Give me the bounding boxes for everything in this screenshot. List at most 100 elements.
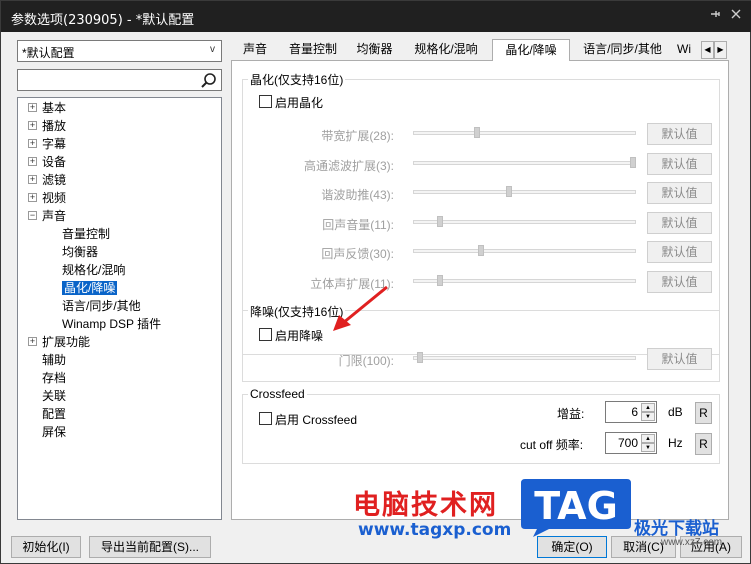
tree-item[interactable]: + 字幕	[28, 135, 67, 153]
tree-item-label: 字幕	[42, 137, 67, 151]
tree-item-label: 配置	[42, 407, 67, 421]
gain-unit: dB	[668, 405, 683, 419]
expand-icon[interactable]: +	[28, 157, 37, 166]
cutoff-down-button[interactable]: ▼	[641, 443, 655, 452]
watermark-site-url: www.xz7.com	[661, 537, 723, 548]
watermark-tag-logo: TAG	[519, 475, 633, 539]
crystal-param-slider-thumb[interactable]	[506, 186, 513, 198]
cutoff-up-button[interactable]: ▲	[641, 434, 655, 443]
tab-volume[interactable]: 音量控制	[279, 39, 347, 61]
crystal-param-slider-thumb[interactable]	[478, 245, 485, 257]
gain-reset-button[interactable]: R	[695, 402, 712, 424]
crystal-param-slider[interactable]	[413, 219, 636, 224]
watermark-brand: 电脑技术网	[353, 490, 498, 521]
threshold-default-button[interactable]: 默认值	[647, 348, 712, 370]
preferences-window: 参数选项(230905) - *默认配置 *默认配置 v + 基本 + 播放 + 字幕 + 设…	[0, 0, 751, 564]
denoise-group	[242, 310, 720, 382]
threshold-slider-thumb[interactable]	[417, 352, 423, 363]
tree-item[interactable]: 屏保	[42, 423, 66, 441]
expand-icon[interactable]: +	[28, 121, 37, 130]
crystal-param-default-button[interactable]: 默认值	[647, 123, 712, 145]
tree-item-label: 均衡器	[62, 245, 99, 259]
tree-item[interactable]: + 视频	[28, 189, 67, 207]
tree-item[interactable]: + 扩展功能	[28, 333, 90, 351]
cutoff-reset-button[interactable]: R	[695, 433, 712, 455]
crystal-enable-checkbox[interactable]	[259, 95, 272, 108]
crystal-param-slider[interactable]	[413, 279, 636, 283]
window-title: 参数选项(230905) - *默认配置	[11, 13, 195, 28]
tree-item[interactable]: Winamp DSP 插件	[62, 315, 161, 333]
crystal-param-slider-thumb[interactable]	[436, 215, 443, 227]
tree-item-label: 基本	[42, 101, 67, 115]
search-icon[interactable]	[200, 72, 218, 90]
tree-item-label: 辅助	[42, 353, 67, 367]
ok-button[interactable]: 确定(O)	[537, 536, 607, 558]
tree-item[interactable]: 语言/同步/其他	[62, 297, 141, 315]
tree-item[interactable]: 晶化/降噪	[62, 279, 118, 297]
crystal-param-default-button[interactable]: 默认值	[647, 152, 712, 175]
init-button[interactable]: 初始化(I)	[11, 536, 81, 558]
expand-icon[interactable]: +	[28, 103, 37, 112]
close-icon[interactable]	[727, 7, 745, 25]
tree-item[interactable]: 规格化/混响	[62, 261, 125, 279]
crystal-param-slider[interactable]	[413, 131, 636, 135]
gain-label: 增益:	[557, 407, 585, 421]
tree-item[interactable]: + 基本	[28, 99, 67, 117]
tree-item[interactable]: + 滤镜	[28, 171, 66, 189]
crystal-param-default-button[interactable]: 默认值	[647, 241, 712, 264]
export-config-button[interactable]: 导出当前配置(S)...	[89, 536, 211, 558]
tree-item[interactable]: 配置	[42, 405, 66, 423]
settings-tree[interactable]: + 基本 + 播放 + 字幕 + 设备 + 滤镜 + 视频 − 声音 音量控制 均衡器 规格化/混响 晶化/降噪语…	[17, 97, 222, 520]
tab-crystal[interactable]: 晶化/降噪	[492, 39, 570, 62]
crystal-param-default-button[interactable]: 默认值	[647, 182, 712, 205]
tree-item[interactable]: + 设备	[28, 153, 67, 171]
crystal-param-default-button[interactable]: 默认值	[647, 271, 712, 293]
crystal-param-slider[interactable]	[413, 160, 636, 165]
tree-item-label: 视频	[42, 191, 67, 205]
crystal-param-slider-thumb[interactable]	[630, 156, 636, 168]
gain-stepper[interactable]: 6 ▲ ▼	[605, 401, 657, 423]
gain-down-button[interactable]: ▼	[641, 412, 655, 421]
threshold-slider[interactable]	[413, 356, 636, 360]
cutoff-value: 700	[617, 436, 638, 450]
crystal-param-slider-thumb[interactable]	[473, 127, 480, 138]
tree-item[interactable]: + 播放	[28, 117, 66, 135]
profile-select[interactable]: *默认配置 v	[17, 40, 222, 62]
crystal-param-slider[interactable]	[413, 190, 636, 195]
crossfeed-enable-checkbox[interactable]	[259, 412, 272, 425]
tab-language[interactable]: 语言/同步/其他	[572, 39, 673, 61]
tree-item[interactable]: − 声音	[28, 207, 66, 225]
expand-icon[interactable]: +	[28, 139, 37, 148]
tree-item[interactable]: 辅助	[42, 351, 66, 369]
tab-equalizer[interactable]: 均衡器	[347, 39, 402, 61]
crystal-param-slider[interactable]	[413, 249, 636, 254]
tab-scroll-right-button[interactable]: ▶	[714, 41, 727, 59]
collapse-icon[interactable]: −	[28, 211, 37, 220]
tree-item-label: 关联	[42, 389, 67, 403]
expand-icon[interactable]: +	[28, 175, 37, 184]
gain-up-button[interactable]: ▲	[641, 403, 655, 412]
tree-item[interactable]: 音量控制	[62, 225, 110, 243]
tree-item-label: 晶化/降噪	[62, 281, 118, 295]
expand-icon[interactable]: +	[28, 337, 37, 346]
tree-item-label: 存档	[42, 371, 67, 385]
tab-normalize[interactable]: 规格化/混响	[402, 39, 490, 61]
cutoff-stepper[interactable]: 700 ▲ ▼	[605, 432, 657, 454]
expand-icon[interactable]: +	[28, 193, 37, 202]
title-bar[interactable]: 参数选项(230905) - *默认配置	[1, 1, 751, 32]
pin-icon[interactable]	[706, 7, 724, 25]
tab-winamp[interactable]: Wi	[677, 39, 699, 61]
crystal-param-default-button[interactable]: 默认值	[647, 211, 712, 234]
search-input[interactable]	[17, 69, 222, 91]
tree-item[interactable]: 存档	[42, 369, 66, 387]
denoise-enable-checkbox[interactable]	[259, 328, 272, 341]
watermark-url: www.tagxp.com	[358, 520, 512, 540]
tree-item[interactable]: 关联	[42, 387, 66, 405]
crystal-param-label: 谐波助推(43):	[321, 188, 394, 203]
tree-item[interactable]: 均衡器	[62, 243, 98, 261]
tab-scroll-left-button[interactable]: ◀	[701, 41, 714, 59]
crystal-param-slider-thumb[interactable]	[436, 275, 443, 286]
tree-item-label: 屏保	[42, 425, 67, 439]
tab-sound[interactable]: 声音	[231, 39, 279, 61]
tree-item-label: 设备	[42, 155, 67, 169]
